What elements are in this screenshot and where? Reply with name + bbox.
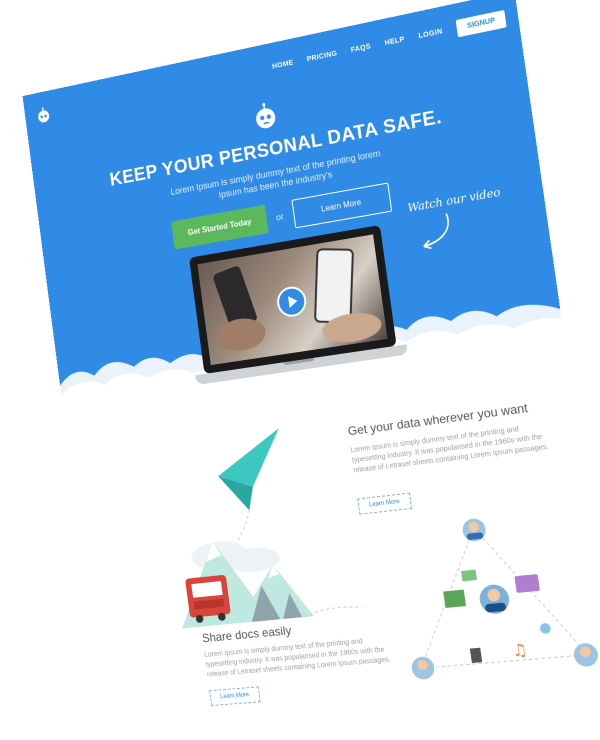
video-thumbnail[interactable] [197, 234, 387, 365]
feature-2-learn-more-button[interactable]: Learn More [209, 686, 260, 706]
user-avatar-center-icon [478, 583, 511, 615]
or-separator: or [275, 211, 284, 222]
robot-logo-icon[interactable] [35, 106, 53, 126]
top-navigation: HOME PRICING FAQS HELP LOGIN SIGNUP [271, 10, 507, 76]
landing-page: HOME PRICING FAQS HELP LOGIN SIGNUP KEEP… [23, 0, 600, 718]
folder-icon [514, 574, 540, 593]
curved-arrow-icon [411, 208, 457, 255]
nav-help[interactable]: HELP [384, 36, 405, 47]
mail-icon [461, 570, 477, 582]
user-avatar-right-icon [572, 642, 599, 667]
signup-button[interactable]: SIGNUP [456, 10, 507, 37]
robot-mascot-icon [250, 100, 280, 133]
film-icon [470, 648, 482, 663]
music-note-icon: ♫ [511, 640, 529, 661]
user-avatar-left-icon [410, 656, 435, 680]
sharing-network-illustration: ♫ [391, 506, 600, 689]
feature-1-learn-more-button[interactable]: Learn More [357, 493, 412, 515]
nav-pricing[interactable]: PRICING [306, 50, 337, 63]
nav-faqs[interactable]: FAQS [350, 43, 371, 54]
image-file-icon [443, 590, 466, 608]
nav-login[interactable]: LOGIN [418, 28, 443, 40]
microphone-icon [539, 623, 551, 634]
get-started-button[interactable]: Get Started Today [171, 205, 268, 250]
paper-plane-mountain-illustration [149, 421, 363, 634]
nav-home[interactable]: HOME [272, 59, 294, 70]
learn-more-button[interactable]: Learn More [291, 182, 392, 228]
